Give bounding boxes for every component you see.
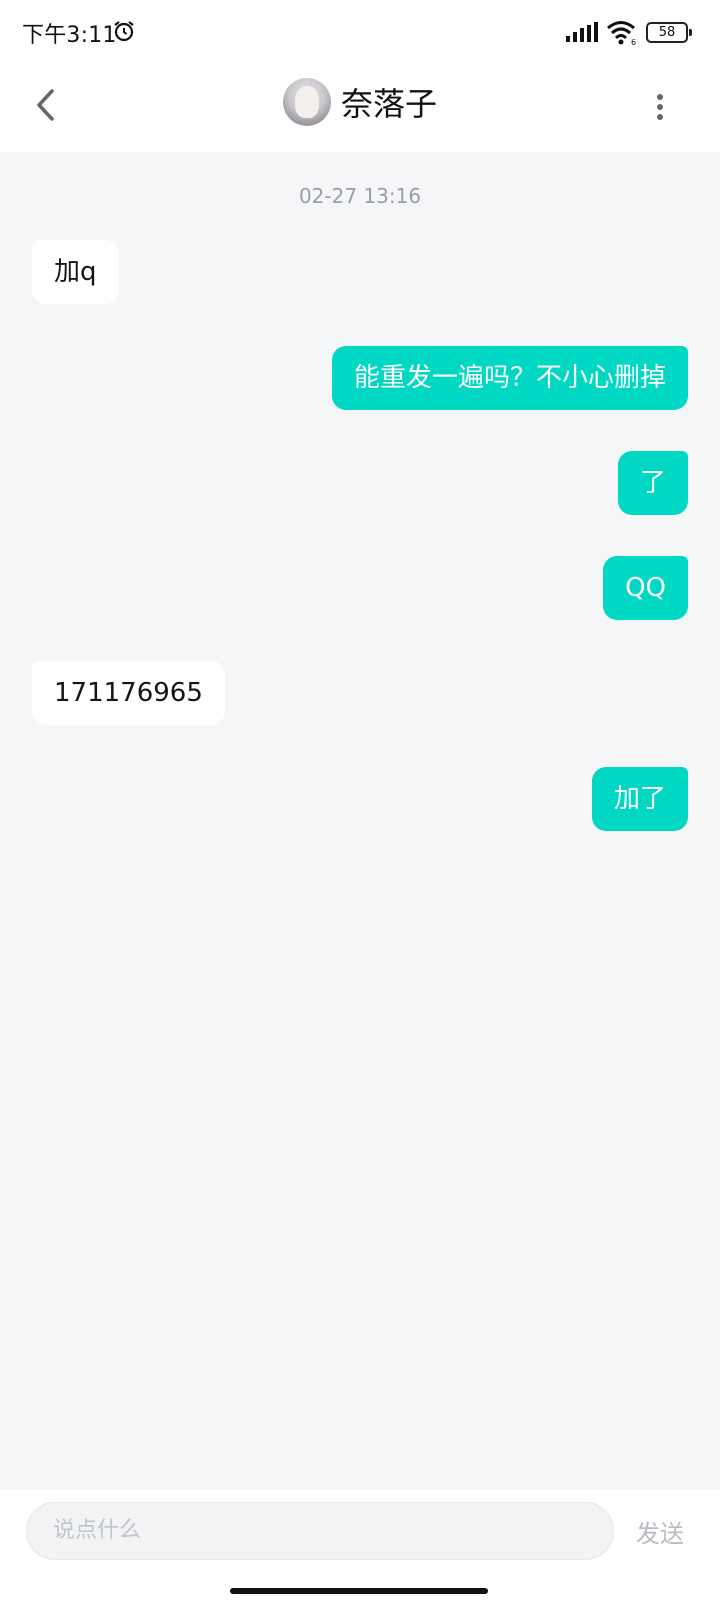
status-time: 下午3:11 (22, 23, 117, 48)
title-area[interactable]: 奈落子 (0, 76, 720, 128)
message-input[interactable]: 说点什么 (26, 1502, 614, 1560)
page-title: 奈落子 (340, 85, 437, 123)
message-outgoing[interactable]: 了 (617, 451, 688, 515)
battery-tip (689, 29, 692, 36)
message-composer: 说点什么 发送 (0, 1490, 720, 1601)
chat-header: 奈落子 (0, 62, 720, 152)
status-bar: 下午3:11 6 58 (0, 0, 720, 62)
battery-icon: 58 (646, 22, 692, 43)
message-incoming[interactable]: 加q (32, 240, 119, 304)
avatar[interactable] (282, 78, 331, 126)
alarm-icon (114, 21, 134, 42)
battery-level: 58 (646, 22, 688, 43)
message-incoming[interactable]: 171176965 (32, 661, 225, 725)
message-outgoing[interactable]: 加了 (591, 767, 688, 831)
message-list[interactable]: 02-27 13:16 加q 能重发一遍吗？不小心删掉 了 QQ 1711769… (0, 152, 720, 1490)
signal-icon (566, 22, 598, 42)
more-icon[interactable] (650, 84, 670, 130)
chat-timestamp: 02-27 13:16 (298, 184, 422, 208)
send-button[interactable]: 发送 (636, 1514, 684, 1549)
svg-text:6: 6 (631, 38, 636, 45)
message-outgoing[interactable]: QQ (603, 556, 688, 620)
wifi-icon: 6 (607, 21, 636, 45)
message-outgoing[interactable]: 能重发一遍吗？不小心删掉 (331, 346, 688, 410)
home-indicator[interactable] (230, 1588, 488, 1594)
